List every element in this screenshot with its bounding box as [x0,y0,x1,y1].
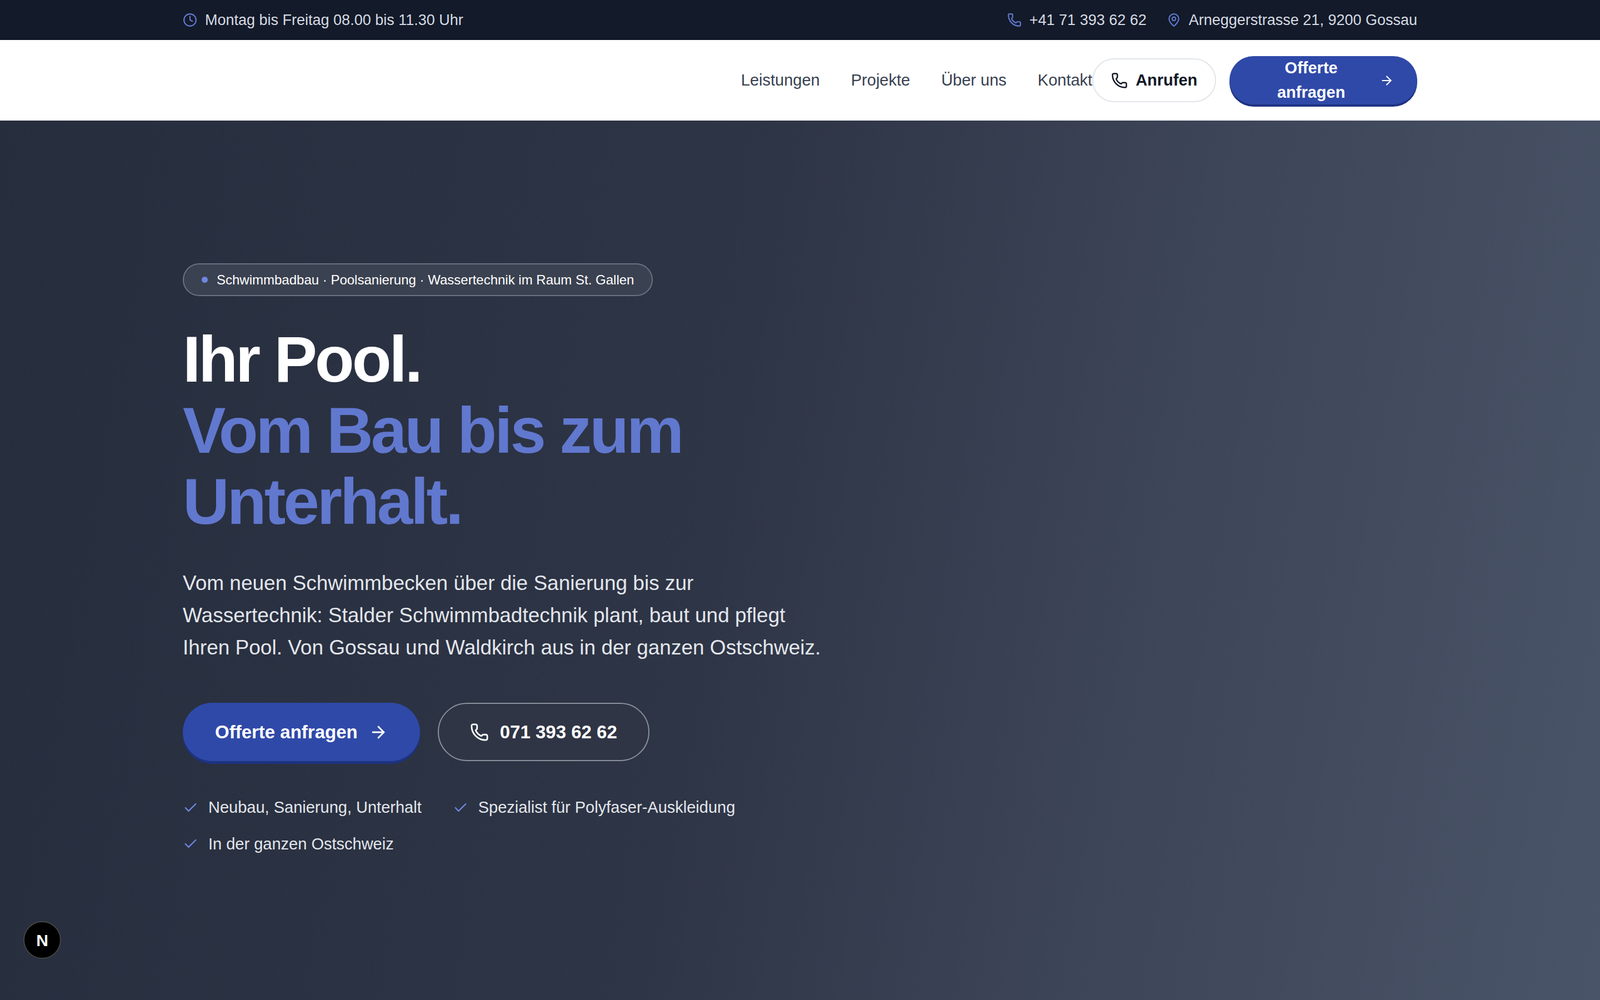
arrow-icon [1379,72,1394,89]
check-icon [452,800,469,816]
hero-badge: Schwimmbadbau · Poolsanierung · Wasserte… [182,263,653,297]
phone-icon [1111,72,1128,89]
offer-button[interactable]: Offerte anfragen [1229,56,1418,105]
phone[interactable]: +41 71 393 62 62 [1007,8,1147,32]
check-icon [182,800,199,816]
dev-badge[interactable]: N [23,921,62,959]
badge-dot [201,276,208,283]
call-button[interactable]: Anrufen [1092,58,1217,103]
nav-link[interactable]: Leistungen [741,68,820,93]
page: Montag bis Freitag 08.00 bis 11.30 Uhr +4… [0,0,1600,1000]
nav-link[interactable]: Projekte [851,68,910,93]
check-item: Neubau, Sanierung, Unterhalt [182,795,422,820]
hero-headline: Ihr Pool.Vom Bau bis zumUnterhalt. [182,323,682,538]
check-item: Spezialist für Polyfaser-Auskleidung [452,795,736,820]
check-item: In der ganzen Ostschweiz [182,832,394,857]
check-icon [182,836,199,852]
check-list: Neubau, Sanierung, Unterhalt Spezialist f… [182,795,822,857]
hero: Schwimmbadbau · Poolsanierung · Wasserte… [0,120,1600,1000]
pin-icon [1166,12,1182,28]
clock-icon [182,12,198,28]
hours: Montag bis Freitag 08.00 bis 11.30 Uhr [182,8,464,32]
address: Arneggerstrasse 21, 9200 Gossau [1166,8,1418,32]
nav-link[interactable]: Über uns [941,68,1007,93]
phone-icon [470,722,489,742]
nav-bar: Leistungen Projekte Über uns KontaktAnrufen… [0,40,1600,121]
phone-cta[interactable]: 071 393 62 62 [437,702,650,762]
arrow-icon [368,722,388,742]
top-bar: Montag bis Freitag 08.00 bis 11.30 Uhr +4… [0,0,1600,40]
hero-text: Vom neuen Schwimmbecken über die Sanieru… [182,567,833,664]
nav-links: Leistungen Projekte Über uns Kontakt [741,68,1093,93]
phone-icon [1007,12,1022,28]
offer-cta[interactable]: Offerte anfragen [182,702,420,762]
nav-link[interactable]: Kontakt [1037,68,1093,93]
